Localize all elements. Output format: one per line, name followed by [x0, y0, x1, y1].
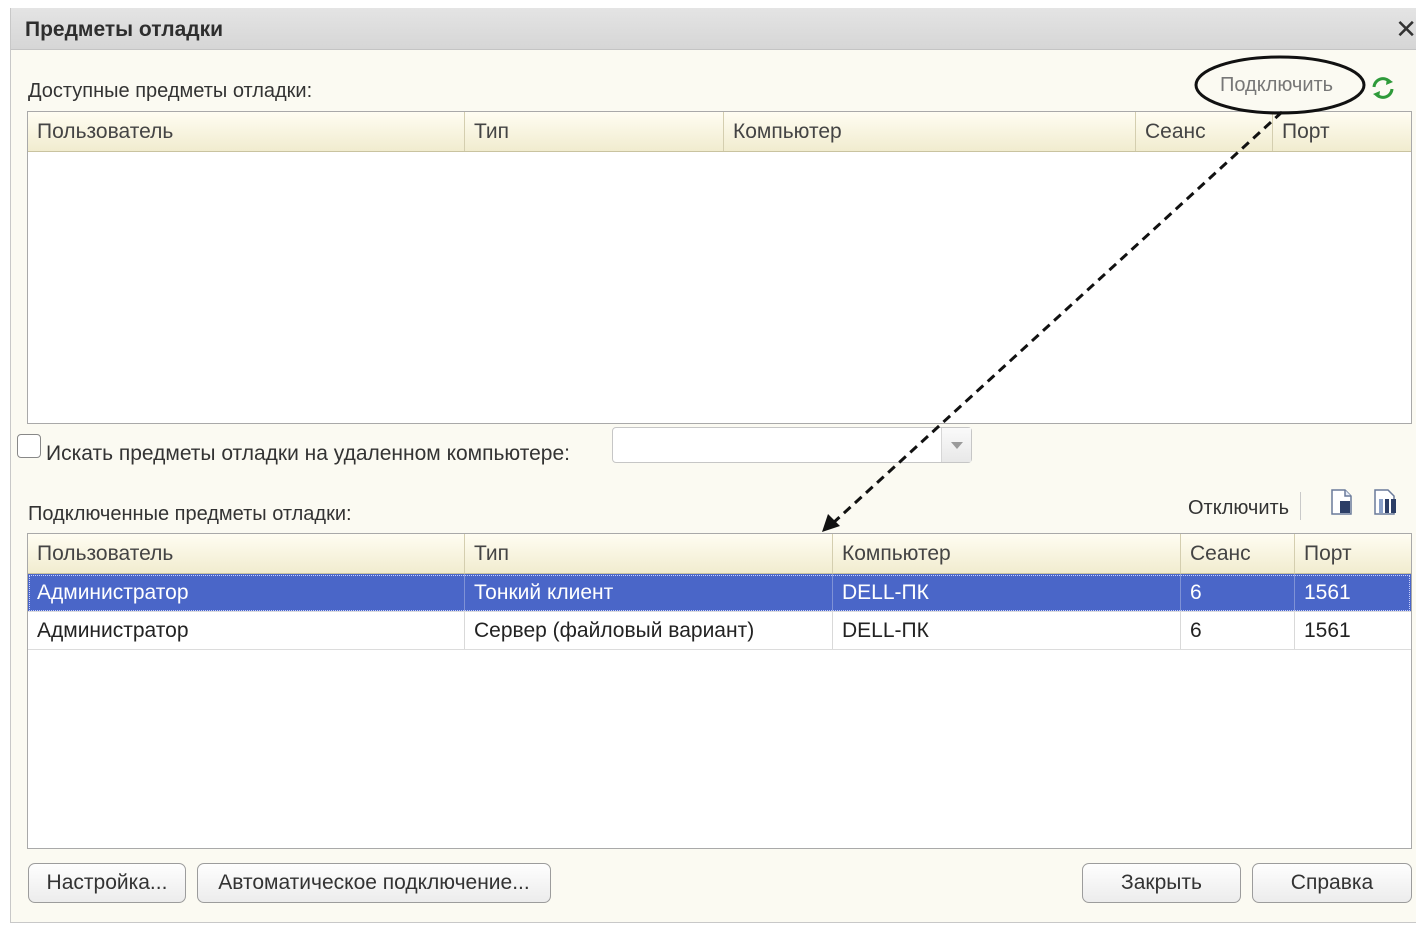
- document-icon[interactable]: [1326, 487, 1356, 517]
- close-icon[interactable]: ✕: [1395, 14, 1416, 45]
- dialog-title: Предметы отладки: [25, 18, 224, 41]
- cell-computer: DELL-ПК: [833, 612, 1181, 649]
- column-header-type[interactable]: Тип: [465, 112, 724, 151]
- cell-port: 1561: [1304, 581, 1351, 604]
- cell-type: Тонкий клиент: [465, 574, 833, 611]
- disconnect-button[interactable]: Отключить: [1188, 497, 1289, 520]
- title-bar: Предметы отладки ✕: [11, 8, 1416, 50]
- column-header-computer[interactable]: Компьютер: [724, 112, 1136, 151]
- settings-button[interactable]: Настройка...: [28, 863, 186, 903]
- table-row[interactable]: Администратор Сервер (файловый вариант) …: [28, 612, 1411, 650]
- available-items-label: Доступные предметы отладки:: [28, 80, 313, 102]
- table-header: Пользователь Тип Компьютер Сеанс Порт: [28, 112, 1411, 152]
- auto-connect-button[interactable]: Автоматическое подключение...: [197, 863, 551, 903]
- toolbar-divider: [1300, 492, 1301, 520]
- column-header-computer[interactable]: Компьютер: [833, 534, 1181, 573]
- table-row[interactable]: Администратор Тонкий клиент DELL-ПК 6 15…: [28, 574, 1411, 612]
- column-header-port[interactable]: Порт: [1295, 534, 1411, 573]
- cell-session: 6: [1181, 612, 1295, 649]
- combo-dropdown-button[interactable]: [941, 428, 971, 462]
- column-header-user[interactable]: Пользователь: [28, 534, 465, 573]
- remote-computer-combo[interactable]: [612, 427, 972, 463]
- column-header-type[interactable]: Тип: [465, 534, 833, 573]
- column-header-session[interactable]: Сеанс: [1181, 534, 1295, 573]
- chevron-down-icon: [951, 442, 963, 449]
- column-header-user[interactable]: Пользователь: [28, 112, 465, 151]
- cell-user: Администратор: [28, 612, 465, 649]
- search-remote-label: Искать предметы отладки на удаленном ком…: [46, 442, 570, 465]
- search-remote-checkbox[interactable]: [17, 434, 41, 458]
- cell-computer: DELL-ПК: [833, 574, 1181, 611]
- cell-port: 1561: [1304, 619, 1351, 642]
- close-button[interactable]: Закрыть: [1082, 863, 1241, 903]
- column-header-session[interactable]: Сеанс: [1136, 112, 1273, 151]
- cell-type: Сервер (файловый вариант): [465, 612, 833, 649]
- cell-session: 6: [1181, 574, 1295, 611]
- columns-icon[interactable]: [1370, 487, 1400, 517]
- connected-items-table[interactable]: Пользователь Тип Компьютер Сеанс Порт Ад…: [27, 533, 1412, 849]
- cell-user: Администратор: [28, 574, 465, 611]
- table-header: Пользователь Тип Компьютер Сеанс Порт: [28, 534, 1411, 574]
- help-button[interactable]: Справка: [1252, 863, 1412, 903]
- connected-items-label: Подключенные предметы отладки:: [28, 503, 352, 525]
- connect-button[interactable]: Подключить: [1220, 74, 1333, 97]
- refresh-icon[interactable]: [1370, 76, 1396, 100]
- column-header-port[interactable]: Порт: [1273, 112, 1411, 151]
- available-items-table[interactable]: Пользователь Тип Компьютер Сеанс Порт: [27, 111, 1412, 424]
